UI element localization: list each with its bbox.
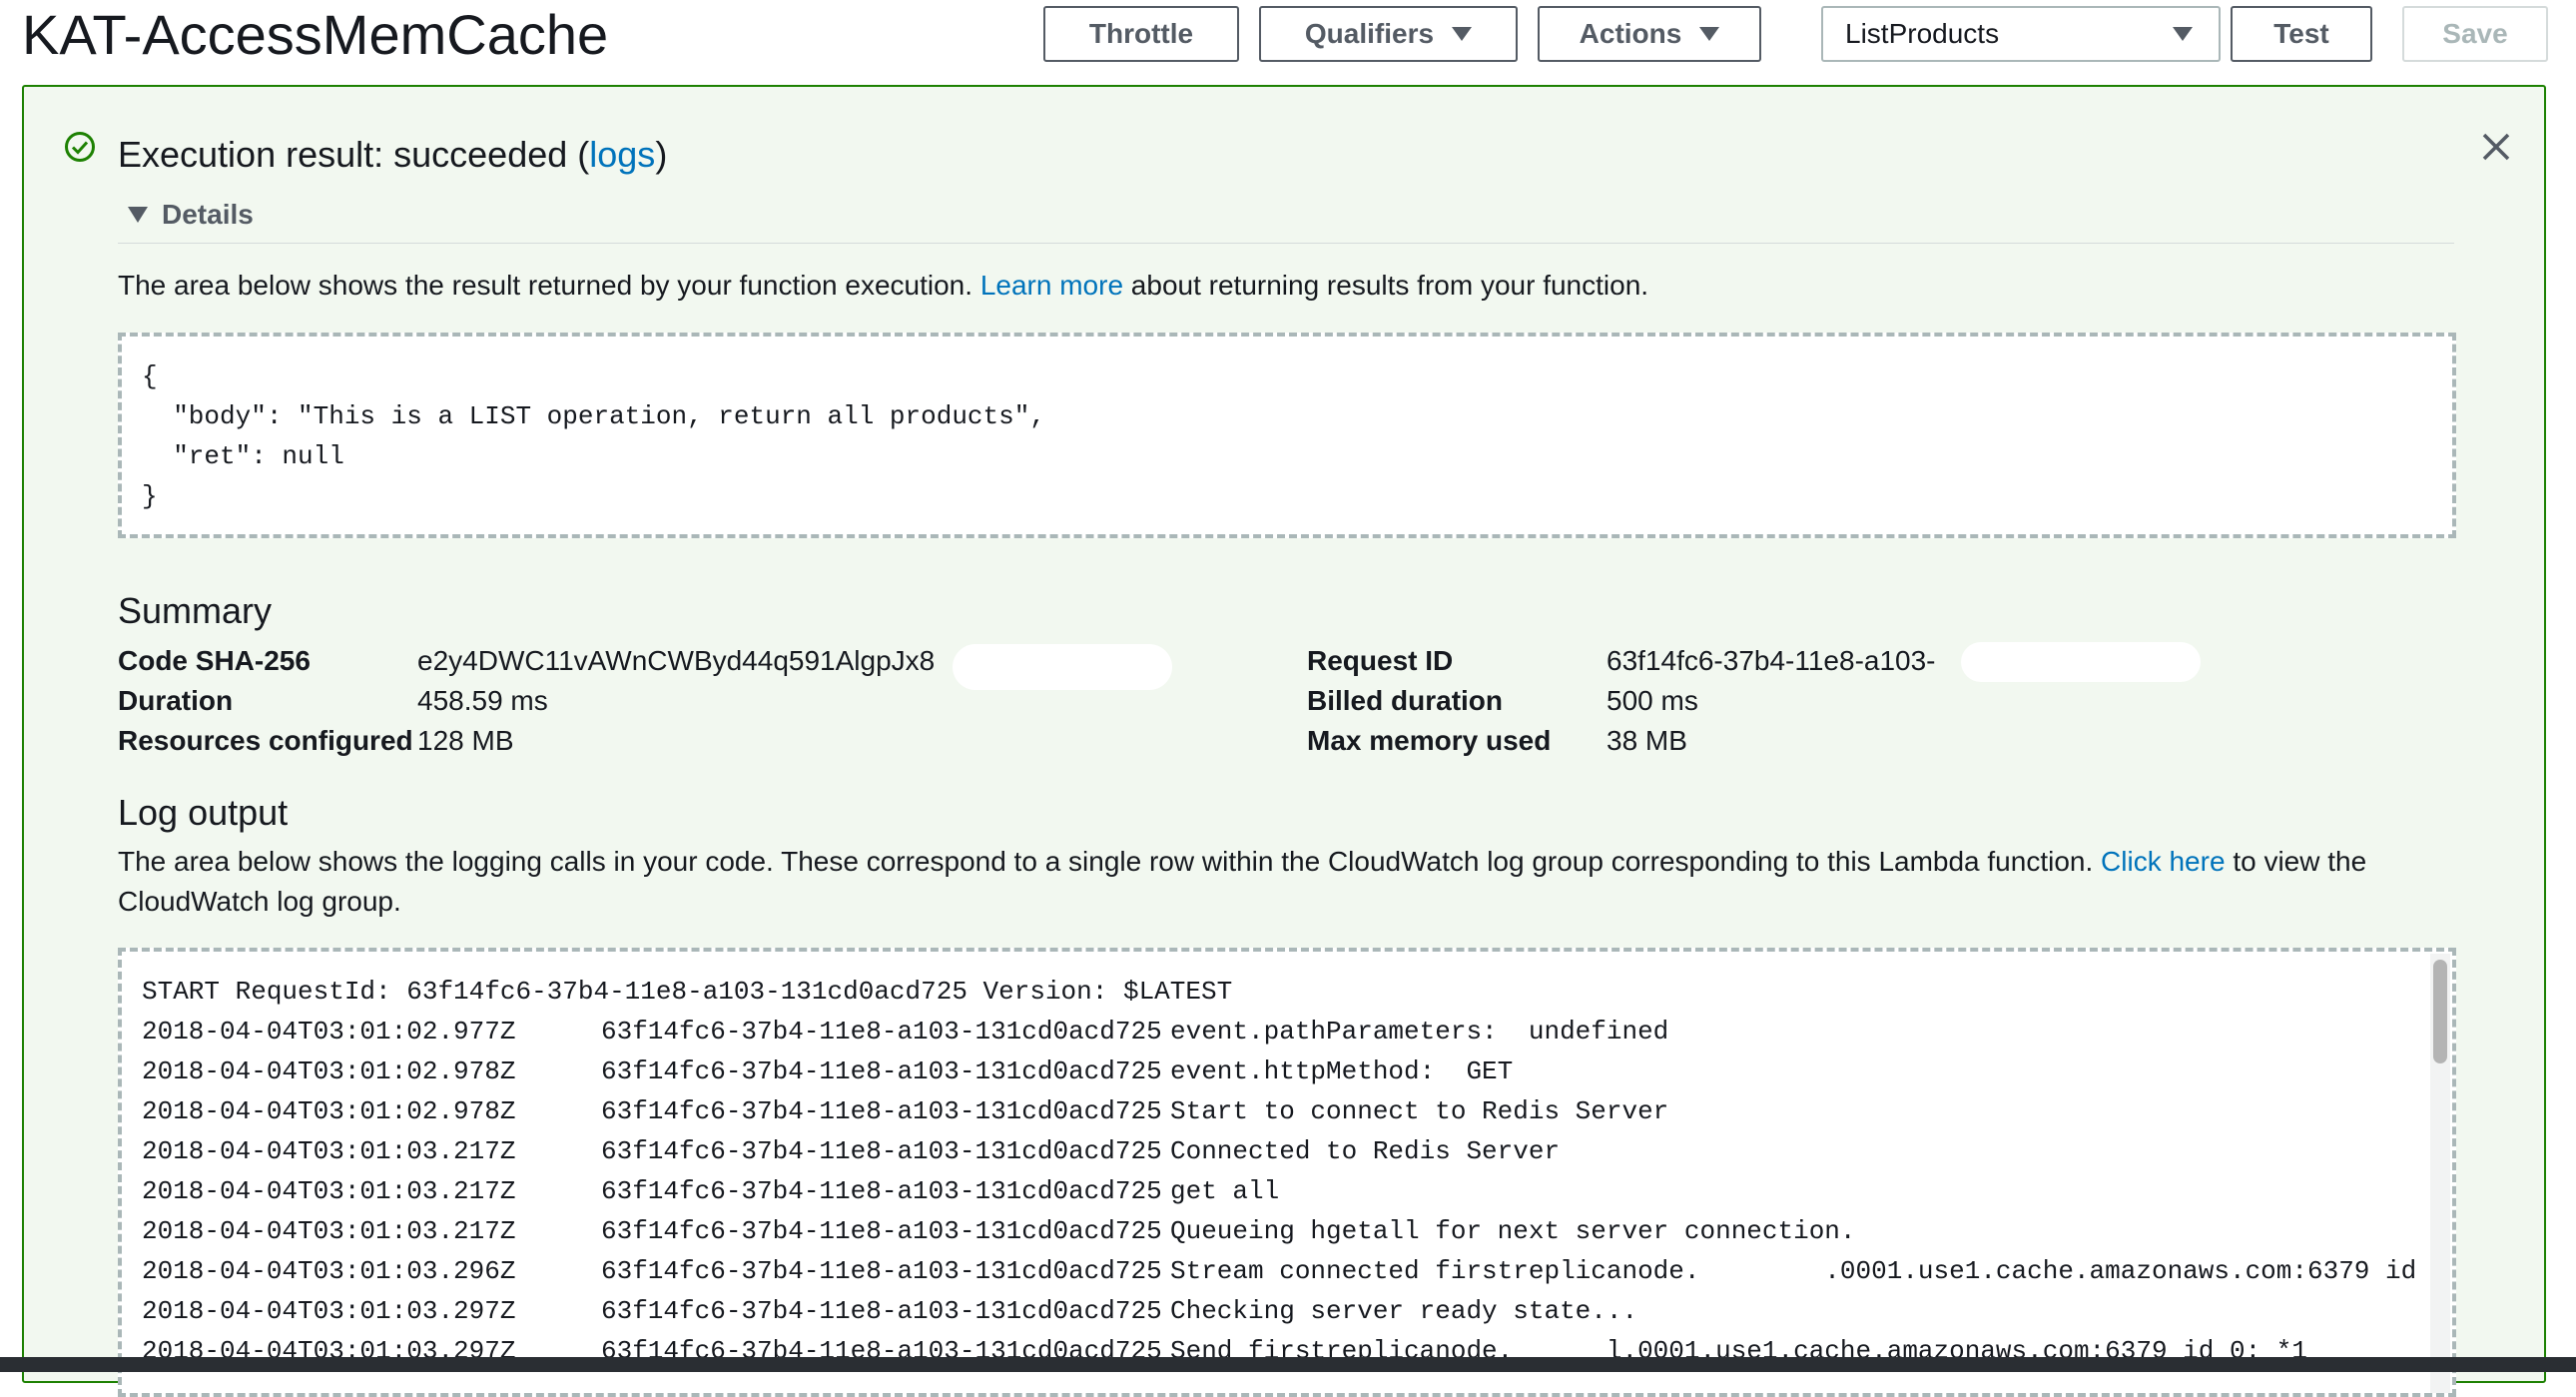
logs-link[interactable]: logs xyxy=(589,134,655,175)
result-title-prefix: Execution result: succeeded ( xyxy=(118,134,590,175)
save-button[interactable]: Save xyxy=(2402,6,2548,62)
log-timestamp: 2018-04-04T03:01:03.217Z xyxy=(142,1136,516,1166)
check-circle-icon xyxy=(65,132,95,162)
chevron-down-icon xyxy=(1452,27,1473,41)
max-memory-value: 38 MB xyxy=(1607,725,1687,756)
log-scrollbar[interactable] xyxy=(2430,954,2450,1393)
billed-duration-label: Billed duration xyxy=(1307,685,1503,716)
result-line: "body": "This is a LIST operation, retur… xyxy=(142,401,1045,431)
max-memory-label: Max memory used xyxy=(1307,725,1552,756)
details-toggle[interactable]: Details xyxy=(128,199,254,231)
billed-duration-value: 500 ms xyxy=(1607,685,1698,716)
learn-more-link[interactable]: Learn more xyxy=(980,270,1123,301)
log-request-id: 63f14fc6-37b4-11e8-a103-131cd0acd725 xyxy=(601,1296,1162,1326)
result-line: { xyxy=(142,361,158,391)
test-event-select[interactable]: ListProducts xyxy=(1821,6,2221,62)
log-request-id: 63f14fc6-37b4-11e8-a103-131cd0acd725 xyxy=(601,1096,1162,1126)
request-id-value: 63f14fc6-37b4-11e8-a103- xyxy=(1607,645,1936,676)
log-message: Checking server ready state... xyxy=(1170,1296,1638,1326)
throttle-button[interactable]: Throttle xyxy=(1043,6,1239,62)
qualifiers-button[interactable]: Qualifiers xyxy=(1259,6,1518,62)
log-timestamp: 2018-04-04T03:01:03.217Z xyxy=(142,1176,516,1206)
log-timestamp: 2018-04-04T03:01:03.297Z xyxy=(142,1296,516,1326)
summary-title: Summary xyxy=(118,590,273,631)
caret-down-icon xyxy=(128,207,148,223)
log-request-id: 63f14fc6-37b4-11e8-a103-131cd0acd725 xyxy=(601,1017,1162,1047)
log-request-id: 63f14fc6-37b4-11e8-a103-131cd0acd725 xyxy=(601,1176,1162,1206)
test-event-select-value: ListProducts xyxy=(1845,18,2000,49)
execution-result-title: Execution result: succeeded (logs) xyxy=(118,133,667,177)
actions-button-label: Actions xyxy=(1579,18,1682,49)
resources-configured-label: Resources configured xyxy=(118,725,413,756)
return-description: The area below shows the result returned… xyxy=(118,266,1648,306)
log-message: Queueing hgetall for next server connect… xyxy=(1170,1216,1856,1246)
result-line: "ret": null xyxy=(142,441,344,471)
log-request-id: 63f14fc6-37b4-11e8-a103-131cd0acd725 xyxy=(601,1256,1162,1286)
log-description-suffix: to view the xyxy=(2233,846,2367,877)
result-line: } xyxy=(142,481,158,511)
log-message: Start to connect to Redis Server xyxy=(1170,1096,1669,1126)
details-label: Details xyxy=(162,199,254,230)
code-sha-label: Code SHA-256 xyxy=(118,645,311,676)
code-sha-value: e2y4DWC11vAWnCWByd44q591AlgpJx8 xyxy=(417,645,936,676)
log-message: get all xyxy=(1170,1176,1280,1206)
log-timestamp: 2018-04-04T03:01:02.977Z xyxy=(142,1017,516,1047)
request-id-label: Request ID xyxy=(1307,645,1454,676)
actions-button[interactable]: Actions xyxy=(1538,6,1761,62)
qualifiers-button-label: Qualifiers xyxy=(1304,18,1435,49)
duration-label: Duration xyxy=(118,685,234,716)
divider xyxy=(118,243,2454,244)
log-message: Stream connected firstreplicanode. .0001… xyxy=(1170,1256,2448,1286)
log-message: Connected to Redis Server xyxy=(1170,1136,1561,1166)
log-description: The area below shows the logging calls i… xyxy=(118,842,2366,882)
log-message: event.pathParameters: undefined xyxy=(1170,1017,1669,1047)
log-timestamp: 2018-04-04T03:01:03.296Z xyxy=(142,1256,516,1286)
duration-value: 458.59 ms xyxy=(417,685,548,716)
save-button-label: Save xyxy=(2442,18,2508,49)
execution-result-panel: Execution result: succeeded (logs) Detai… xyxy=(22,85,2546,1397)
window-bottom-bar xyxy=(0,1357,2576,1372)
log-description-text: The area below shows the logging calls i… xyxy=(118,846,2094,877)
log-message: event.httpMethod: GET xyxy=(1170,1056,1514,1086)
return-description-suffix: about returning results from your functi… xyxy=(1130,270,1649,301)
resources-configured-value: 128 MB xyxy=(417,725,514,756)
log-request-id: 63f14fc6-37b4-11e8-a103-131cd0acd725 xyxy=(601,1136,1162,1166)
log-output-area[interactable]: START RequestId: 63f14fc6-37b4-11e8-a103… xyxy=(118,948,2456,1397)
page-title: KAT-AccessMemCache xyxy=(22,3,609,66)
log-timestamp: 2018-04-04T03:01:02.978Z xyxy=(142,1096,516,1126)
return-description-text: The area below shows the result returned… xyxy=(118,270,973,301)
execution-result-output: { "body": "This is a LIST operation, ret… xyxy=(118,333,2456,538)
result-title-suffix: ) xyxy=(655,134,668,175)
log-request-id: 63f14fc6-37b4-11e8-a103-131cd0acd725 xyxy=(601,1216,1162,1246)
chevron-down-icon xyxy=(2173,27,2193,41)
log-start-line: START RequestId: 63f14fc6-37b4-11e8-a103… xyxy=(142,977,1233,1007)
log-timestamp: 2018-04-04T03:01:02.978Z xyxy=(142,1056,516,1086)
log-output-title: Log output xyxy=(118,792,289,833)
redaction-mark xyxy=(953,644,1172,690)
close-icon[interactable] xyxy=(2478,129,2514,165)
test-button[interactable]: Test xyxy=(2231,6,2372,62)
test-button-label: Test xyxy=(2273,18,2329,49)
click-here-link[interactable]: Click here xyxy=(2101,846,2225,877)
log-scrollbar-thumb[interactable] xyxy=(2433,960,2447,1063)
throttle-button-label: Throttle xyxy=(1088,18,1194,49)
log-timestamp: 2018-04-04T03:01:03.217Z xyxy=(142,1216,516,1246)
log-description-line2: CloudWatch log group. xyxy=(118,886,401,917)
log-request-id: 63f14fc6-37b4-11e8-a103-131cd0acd725 xyxy=(601,1056,1162,1086)
chevron-down-icon xyxy=(1699,27,1720,41)
redaction-mark xyxy=(1961,642,2201,682)
